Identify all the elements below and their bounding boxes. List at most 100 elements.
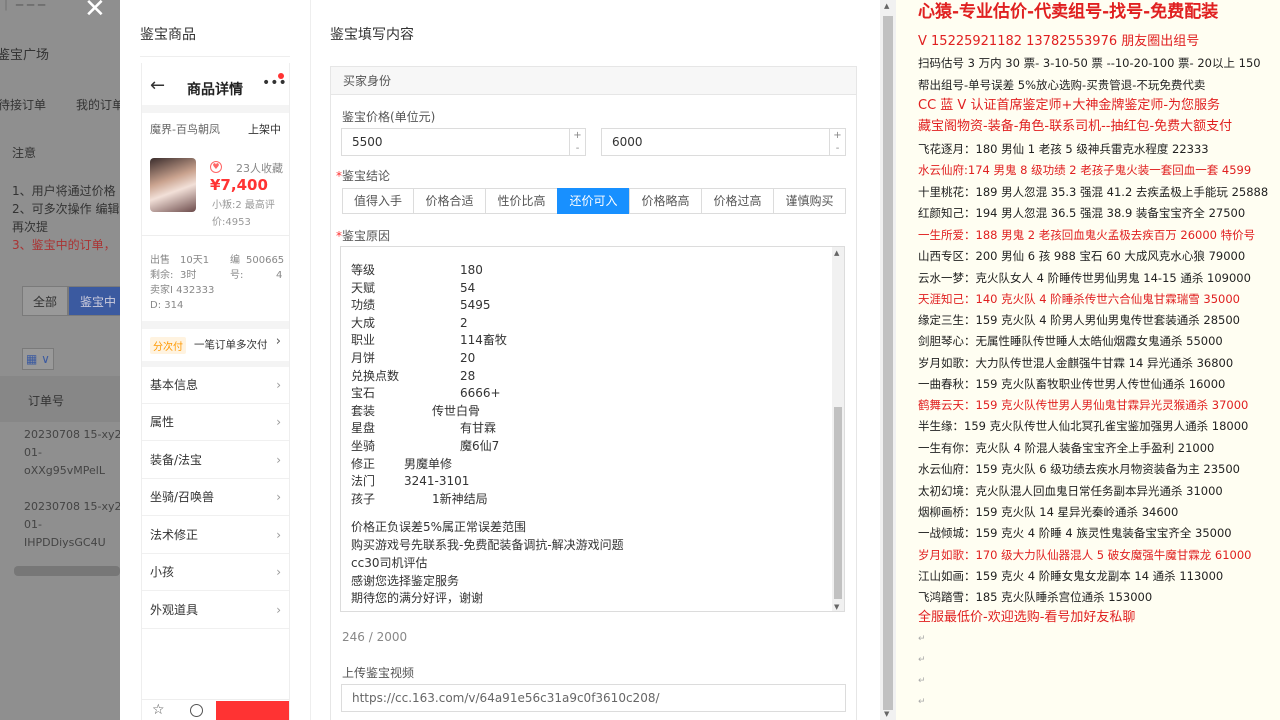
result-label: *鉴宝结论 [336, 169, 391, 183]
reason-textarea[interactable]: ▔▔▔ ▔▔▔ 等级 180 天赋 54 功绩 5495 大成 2 职业 114畜牧 月饼 20 兑换点… [340, 246, 845, 612]
notice-line: 1、用户将通过价格 [12, 184, 116, 198]
grid-toggle[interactable]: ▦ ∨ [22, 348, 54, 370]
stepper-icon[interactable]: + - [829, 129, 845, 155]
promo-line: 缘定三生：159 克火队 4 阶男人男仙男鬼传世套装通杀 28500 [918, 313, 1240, 327]
option-cautious[interactable]: 谨慎购买 [773, 188, 846, 214]
chevron-right-icon: › [276, 453, 281, 467]
menu-item-mounts[interactable]: 坐骑/召唤兽 › [142, 479, 289, 516]
menu-item-spell-correction[interactable]: 法术修正 › [142, 517, 289, 554]
promo-line: 岁月如歌：170 级大力队仙器混人 5 破女魔强牛魔甘霖龙 61000 [918, 548, 1252, 562]
promo-line: 太初幻境：克火队混人回血鬼日常任务副本异光通杀 31000 [918, 484, 1223, 498]
reason-value: 2 [460, 315, 468, 330]
option-price-fair[interactable]: 价格合适 [413, 188, 486, 214]
buy-button[interactable] [216, 701, 289, 720]
reason-value: 魔6仙7 [460, 439, 500, 453]
reason-value: 114畜牧 [460, 333, 507, 348]
listing-status: 上架中 [248, 123, 281, 136]
price: ¥7,400 [210, 176, 268, 194]
return-mark-icon: ↵ [918, 634, 926, 644]
promo-line: 鹤舞云天：159 克火队传世男人男仙鬼甘霖异光灵猴通杀 37000 [918, 398, 1249, 412]
stats-block: 出售 10天1 编 500665 剩余: 3时 号: 4 卖家I 432333 D: 314 [150, 255, 285, 311]
reason-key: 月饼 [351, 351, 376, 365]
modal-scrollbar[interactable]: ▲ ▼ [880, 0, 896, 720]
close-icon[interactable]: ✕ [84, 0, 106, 22]
promo-line: 剑胆琴心：无属性睡队传世睡人太皓仙烟霞女鬼通杀 55000 [918, 334, 1223, 348]
return-mark-icon: ↵ [918, 697, 926, 707]
promo-line: 岁月如歌：大力队传世混人金麒强牛甘霖 14 异光通杀 36800 [918, 356, 1234, 370]
server-name: 魔界-百鸟朝凤 [150, 123, 220, 136]
appraisal-content-header: 鉴宝填写内容 [330, 27, 414, 43]
option-too-high[interactable]: 价格过高 [701, 188, 774, 214]
chevron-right-icon: › [276, 603, 281, 617]
reason-value: 3241-3101 [404, 474, 470, 489]
chat-icon[interactable] [190, 704, 203, 717]
notice-title: 注意 [12, 146, 37, 160]
reason-key: 兑换点数 [351, 368, 400, 383]
promo-line: 一曲春秋：159 克火队畜牧职业传世男人传世仙通杀 16000 [918, 377, 1226, 391]
menu-item-attributes[interactable]: 属性 › [142, 404, 289, 441]
installment-tag: 分次付 [150, 337, 186, 354]
product-detail-preview: ← 商品详情 ••• 魔界-百鸟朝凤 上架中 ♥ 23人收藏 ¥7,400 小叛… [141, 63, 290, 720]
reason-value: 有甘霖 [460, 421, 497, 436]
reason-line: cc30司机评估 [351, 556, 428, 570]
back-arrow-icon[interactable]: ← [150, 75, 165, 96]
tab-pending-orders[interactable]: 待接订单 [0, 96, 46, 113]
reason-value: 男魔单修 [404, 456, 453, 471]
phone-nav-bar: ← 商品详情 ••• [142, 71, 289, 103]
promo-line: 天涯知己：140 克火队 4 阶睡杀传世六合仙鬼甘霖瑞雪 35000 [918, 292, 1240, 306]
promo-line: 云水一梦：克火队女人 4 阶睡传世男仙男鬼 14-15 通杀 109000 [918, 271, 1251, 285]
promo-text-panel: 心猿-专业估价-代卖组号-找号-免费配装 V 15225921182 137825… [896, 0, 1280, 720]
filter-all-button[interactable]: 全部 [22, 286, 68, 316]
appraisal-item-header: 鉴宝商品 [140, 27, 196, 43]
reason-key: 法门 [351, 474, 376, 489]
promo-line: 烟柳画桥：159 克火队 14 星异光秦岭通杀 34600 [918, 505, 1179, 519]
promo-line: 一生所爱：188 男鬼 2 老孩回血鬼火孟极去疾百万 26000 特价号 [918, 228, 1256, 242]
reason-value: 5495 [460, 298, 491, 313]
column-header-order-id: 订单号 [28, 394, 65, 408]
chevron-right-icon: › [276, 490, 281, 504]
menu-item-equipment[interactable]: 装备/法宝 › [142, 442, 289, 479]
background-page: ｜ ─ ─ ─ 鉴宝广场 待接订单 我的订单 注意 1、用户将通过价格 2、可多… [0, 0, 120, 720]
return-mark-icon: ↵ [918, 655, 926, 665]
menu-item-appearance[interactable]: 外观道具 › [142, 592, 289, 629]
menu-item-children[interactable]: 小孩 › [142, 554, 289, 591]
section-title: 买家身份 [331, 67, 856, 95]
reason-key: 孩子 [351, 491, 376, 506]
promo-line: 江山如画：159 克火 4 阶睡女鬼女龙副本 14 通杀 113000 [918, 569, 1224, 583]
reason-key: 星盘 [351, 421, 376, 436]
reason-value: 1新神结局 [432, 491, 488, 506]
promo-line: 一生有你：克火队 4 阶混人装备宝宝齐全上手盈利 21000 [918, 441, 1215, 455]
reason-key: 天赋 [351, 280, 376, 295]
notification-dot-icon [278, 73, 284, 79]
promo-line: 飞花逐月：180 男仙 1 老孩 5 级神兵雷克水程度 22333 [918, 142, 1209, 156]
installment-row[interactable]: 分次付 一笔订单多次付 › [142, 329, 289, 361]
horizontal-scrollbar[interactable] [14, 566, 120, 576]
chevron-right-icon: › [276, 378, 281, 392]
promo-line: 心猿-专业估价-代卖组号-找号-免费配装 [918, 2, 1219, 22]
promo-line: 藏宝阁物资-装备-角色-联系司机--抽红包-免费大额支付 [918, 119, 1233, 134]
promo-line: 半生缘：159 克火队传世人仙北冥孔雀宝鉴加强男人通杀 18000 [918, 419, 1249, 433]
textarea-scrollbar[interactable]: ▲ ▼ [832, 247, 844, 611]
price-sub: 价:4953 [212, 217, 251, 228]
reason-line: 价格正负误差5%属正常误差范围 [351, 520, 527, 534]
tab-my-orders[interactable]: 我的订单 [76, 96, 120, 113]
reason-line: 购买游戏号先联系我-免费配装备调抗-解决游戏问题 [351, 538, 624, 552]
star-icon[interactable]: ☆ [152, 702, 165, 718]
option-worth-buying[interactable]: 值得入手 [342, 188, 414, 214]
menu-item-basic-info[interactable]: 基本信息 › [142, 367, 289, 404]
option-good-value[interactable]: 性价比高 [485, 188, 558, 214]
nav-title: 商品详情 [187, 82, 243, 98]
option-slightly-high[interactable]: 价格略高 [629, 188, 702, 214]
filter-in-progress-button[interactable]: 鉴宝中 [68, 286, 120, 316]
video-url-input[interactable]: https://cc.163.com/v/64a91e56c31a9c0f361… [341, 684, 846, 712]
price-min-input[interactable]: 5500 + - [341, 128, 586, 156]
option-bargain-ok[interactable]: 还价可入 [557, 188, 630, 214]
promo-line: CC 蓝 V 认证首席鉴定师+大神金牌鉴定师-为您服务 [918, 98, 1221, 113]
stepper-icon[interactable]: + - [569, 129, 585, 155]
reason-key: 职业 [351, 333, 376, 348]
reason-line: 感谢您选择鉴定服务 [351, 574, 460, 588]
price-max-input[interactable]: 6000 + - [601, 128, 846, 156]
seller-id: 卖家I 432333 [150, 285, 215, 296]
chevron-right-icon: › [276, 565, 281, 579]
reason-label: *鉴宝原因 [336, 229, 391, 243]
